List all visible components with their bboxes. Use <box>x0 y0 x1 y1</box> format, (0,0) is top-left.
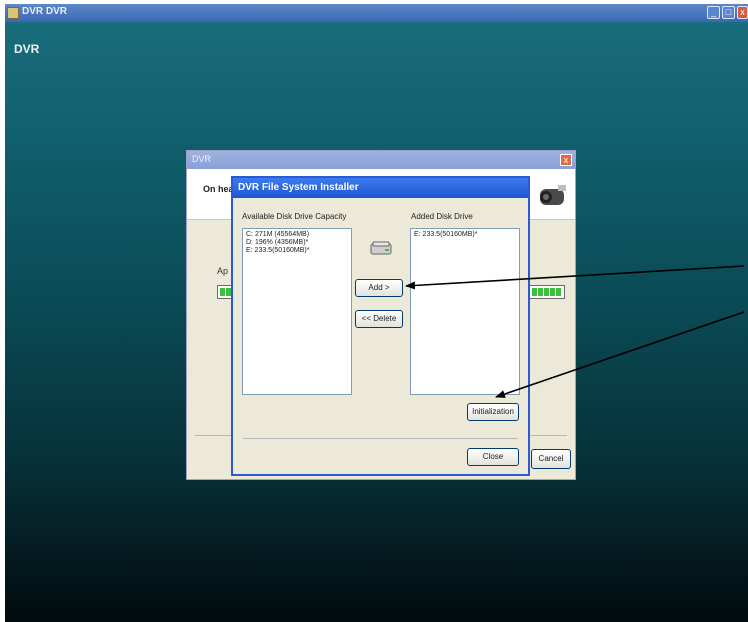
cancel-button[interactable]: Cancel <box>531 449 571 469</box>
dialog-divider <box>243 438 518 439</box>
app-icon <box>7 7 19 19</box>
background-dialog-close-button[interactable]: x <box>560 154 572 166</box>
app-heading: DVR <box>14 42 40 56</box>
maximize-button[interactable]: □ <box>722 6 735 19</box>
available-drives-list[interactable]: C: 271M (45564MB) D: 196% (4356MB)* E: 2… <box>242 228 352 395</box>
background-dialog-header-text: On hea <box>203 184 234 194</box>
list-item[interactable]: E: 233.5(50160MB)* <box>243 247 351 255</box>
close-window-button[interactable]: x <box>737 6 748 19</box>
minimize-button[interactable]: _ <box>707 6 720 19</box>
added-drives-list[interactable]: E: 233.5(50160MB)* <box>410 228 520 395</box>
disk-drive-icon <box>370 241 392 255</box>
initialization-button[interactable]: Initialization <box>467 403 519 421</box>
progress-bar-right <box>529 285 565 299</box>
delete-drive-button[interactable]: << Delete <box>355 310 403 328</box>
list-item[interactable]: D: 196% (4356MB)* <box>243 239 351 247</box>
dialog-title-bar[interactable]: DVR File System Installer <box>233 178 528 198</box>
list-item[interactable]: C: 271M (45564MB) <box>243 229 351 239</box>
background-dialog-title-bar[interactable]: DVR x <box>187 151 575 169</box>
camera-icon <box>540 185 566 205</box>
added-drives-label: Added Disk Drive <box>411 212 473 221</box>
background-dialog-title: DVR <box>192 154 212 164</box>
background-progress-label: Ap <box>217 266 229 276</box>
available-drives-label: Available Disk Drive Capacity <box>242 212 347 221</box>
title-bar[interactable]: DVR DVR _ □ x <box>5 4 748 22</box>
dialog-title: DVR File System Installer <box>238 182 359 193</box>
file-system-installer-dialog: DVR File System Installer Available Disk… <box>231 176 530 476</box>
window-title: DVR DVR <box>22 6 68 17</box>
list-item[interactable]: E: 233.5(50160MB)* <box>411 229 519 239</box>
add-drive-button[interactable]: Add > <box>355 279 403 297</box>
close-button[interactable]: Close <box>467 448 519 466</box>
